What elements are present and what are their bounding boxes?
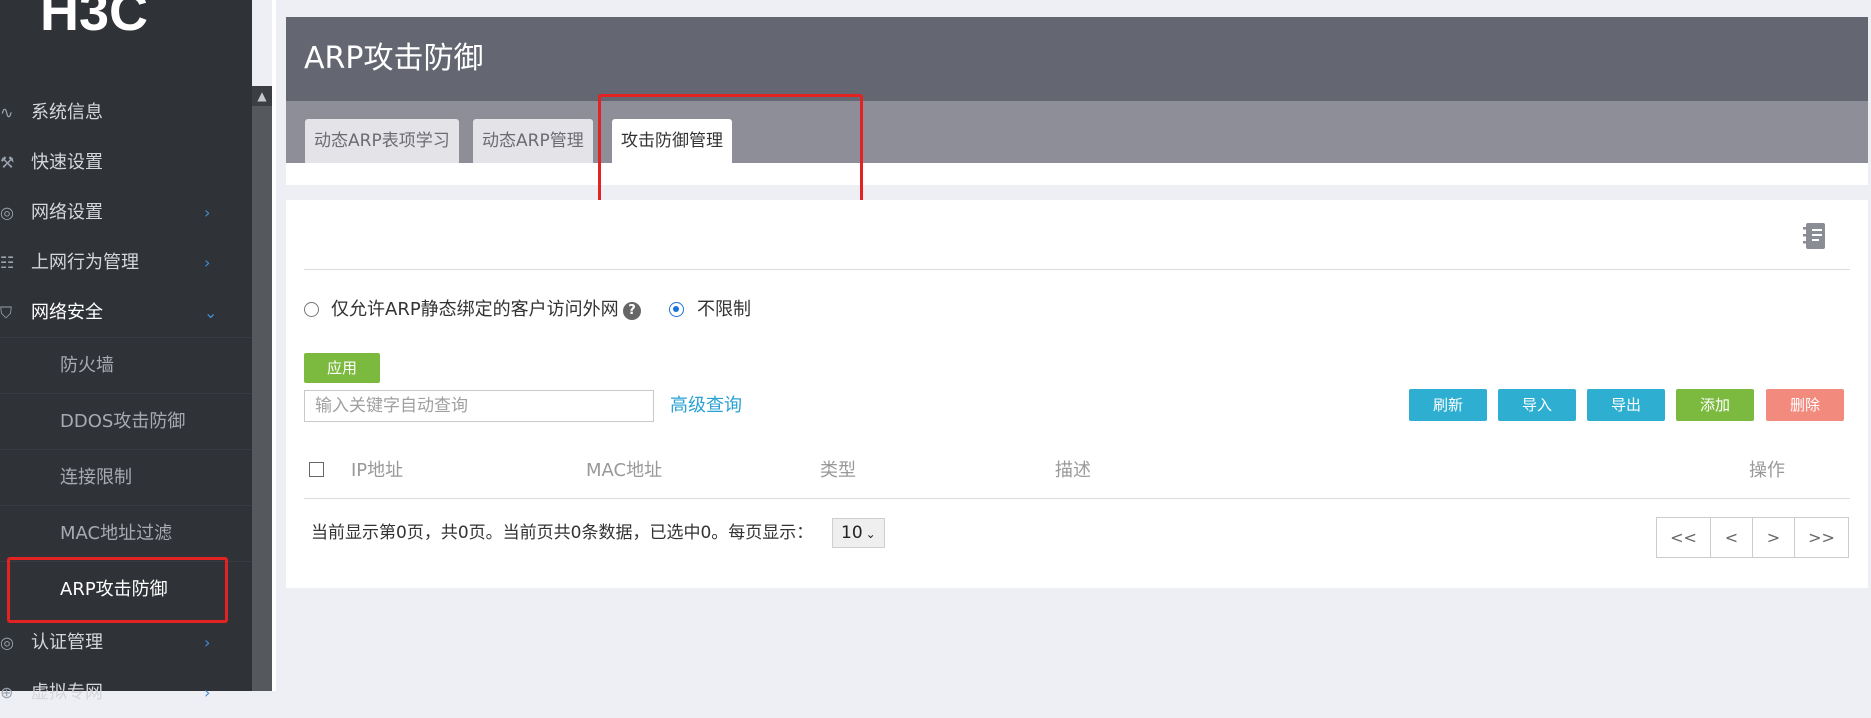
globe-icon: ◎ bbox=[0, 633, 14, 652]
page-title: ARP攻击防御 bbox=[304, 41, 484, 76]
sidebar-item-label: 网络设置 bbox=[31, 202, 103, 223]
radio-static-binding-label: 仅允许ARP静态绑定的客户访问外网 bbox=[331, 299, 619, 320]
advanced-query-link[interactable]: 高级查询 bbox=[670, 390, 742, 422]
sidebar-subitem-mac-filter[interactable]: MAC地址过滤 bbox=[0, 505, 252, 562]
sidebar-item-behavior-management[interactable]: ☷ 上网行为管理 › bbox=[0, 238, 252, 288]
prev-page-button[interactable]: < bbox=[1711, 518, 1753, 557]
sidebar-gap bbox=[272, 0, 276, 691]
page-size-value: 10 bbox=[841, 523, 863, 543]
sidebar-item-quick-setup[interactable]: ⚒ 快速设置 bbox=[0, 138, 252, 188]
first-page-button[interactable]: << bbox=[1657, 518, 1711, 557]
svg-text:H3C: H3C bbox=[40, 0, 148, 34]
pulse-icon: ∿ bbox=[0, 103, 14, 122]
export-button[interactable]: 导出 bbox=[1587, 389, 1665, 421]
column-header-mac: MAC地址 bbox=[586, 460, 663, 481]
content-panel: 仅允许ARP静态绑定的客户访问外网 ? 不限制 应用 高级查询 刷新 导入 导出… bbox=[286, 200, 1868, 588]
column-header-type: 类型 bbox=[820, 460, 856, 481]
column-header-actions: 操作 bbox=[1749, 460, 1785, 481]
sidebar-item-auth-management[interactable]: ◎ 认证管理 › bbox=[0, 618, 252, 668]
tab-dynamic-arp-management[interactable]: 动态ARP管理 bbox=[473, 119, 593, 163]
globe-icon: ◎ bbox=[0, 203, 14, 222]
tab-bar: 动态ARP表项学习 动态ARP管理 攻击防御管理 bbox=[286, 101, 1868, 163]
sidebar-subitem-connection-limit[interactable]: 连接限制 bbox=[0, 449, 252, 506]
sidebar-subitem-firewall[interactable]: 防火墙 bbox=[0, 337, 252, 394]
chevron-down-icon: ⌄ bbox=[204, 303, 218, 322]
divider bbox=[304, 269, 1850, 270]
network-icon: ⊕ bbox=[0, 683, 14, 702]
column-header-ip: IP地址 bbox=[351, 460, 404, 481]
notebook-icon[interactable] bbox=[1803, 222, 1827, 250]
sidebar-item-vpn[interactable]: ⊕ 虚拟专网 › bbox=[0, 668, 252, 718]
apply-button[interactable]: 应用 bbox=[304, 353, 380, 383]
chevron-right-icon: › bbox=[204, 203, 211, 222]
help-icon[interactable]: ? bbox=[623, 302, 641, 320]
scroll-up-icon[interactable]: ▲ bbox=[252, 86, 272, 106]
next-page-button[interactable]: > bbox=[1753, 518, 1795, 557]
pager-summary: 当前显示第0页，共0页。当前页共0条数据，已选中0。每页显示： bbox=[311, 523, 814, 543]
sidebar-item-label: 上网行为管理 bbox=[31, 252, 139, 273]
select-all-checkbox[interactable] bbox=[309, 462, 324, 477]
sidebar-item-system-info[interactable]: ∿ 系统信息 bbox=[0, 88, 252, 138]
radio-no-limit[interactable] bbox=[669, 302, 684, 317]
import-button[interactable]: 导入 bbox=[1498, 389, 1576, 421]
tab-dynamic-arp-learning[interactable]: 动态ARP表项学习 bbox=[305, 119, 459, 163]
add-button[interactable]: 添加 bbox=[1676, 389, 1754, 421]
sidebar-subitem-label: 防火墙 bbox=[60, 355, 114, 376]
refresh-button[interactable]: 刷新 bbox=[1409, 389, 1487, 421]
sidebar-item-label: 虚拟专网 bbox=[31, 682, 103, 703]
h3c-logo: H3C bbox=[40, 0, 148, 34]
sidebar-scrollbar[interactable]: ▲ bbox=[252, 86, 272, 691]
chevron-right-icon: › bbox=[204, 633, 211, 652]
highlight-box-sidebar bbox=[7, 557, 228, 623]
sidebar-item-network-security[interactable]: ⛉ 网络安全 ⌄ bbox=[0, 288, 252, 338]
page-size-select[interactable]: 10 ⌄ bbox=[832, 518, 885, 548]
sidebar-item-network-settings[interactable]: ◎ 网络设置 › bbox=[0, 188, 252, 238]
shield-icon: ⛉ bbox=[0, 303, 13, 322]
wrench-icon: ⚒ bbox=[0, 153, 15, 172]
sidebar-item-label: 认证管理 bbox=[31, 632, 103, 653]
last-page-button[interactable]: >> bbox=[1795, 518, 1848, 557]
sitemap-icon: ☷ bbox=[0, 253, 15, 272]
sidebar-subitem-ddos[interactable]: DDOS攻击防御 bbox=[0, 393, 252, 450]
page-header: ARP攻击防御 bbox=[286, 17, 1868, 101]
radio-static-binding-only[interactable] bbox=[304, 302, 319, 317]
chevron-down-icon: ⌄ bbox=[865, 527, 876, 541]
delete-button[interactable]: 删除 bbox=[1766, 389, 1844, 421]
radio-no-limit-label: 不限制 bbox=[697, 299, 751, 320]
column-header-description: 描述 bbox=[1055, 460, 1091, 481]
sidebar-subitem-label: 连接限制 bbox=[60, 467, 132, 488]
table-divider bbox=[304, 498, 1850, 499]
sidebar-item-label: 网络安全 bbox=[31, 302, 103, 323]
pagination: << < > >> bbox=[1656, 517, 1849, 558]
sidebar-subitem-label: MAC地址过滤 bbox=[60, 523, 173, 544]
chevron-right-icon: › bbox=[204, 253, 211, 272]
sidebar-item-label: 快速设置 bbox=[31, 152, 103, 173]
sidebar: H3C ∿ 系统信息 ⚒ 快速设置 ◎ 网络设置 › ☷ 上网行为管理 › ⛉ … bbox=[0, 0, 252, 703]
sidebar-item-label: 系统信息 bbox=[31, 102, 103, 123]
chevron-right-icon: › bbox=[204, 683, 211, 702]
search-input[interactable] bbox=[304, 390, 654, 422]
sidebar-subitem-label: DDOS攻击防御 bbox=[60, 411, 186, 432]
tab-content-strip bbox=[286, 163, 1868, 185]
